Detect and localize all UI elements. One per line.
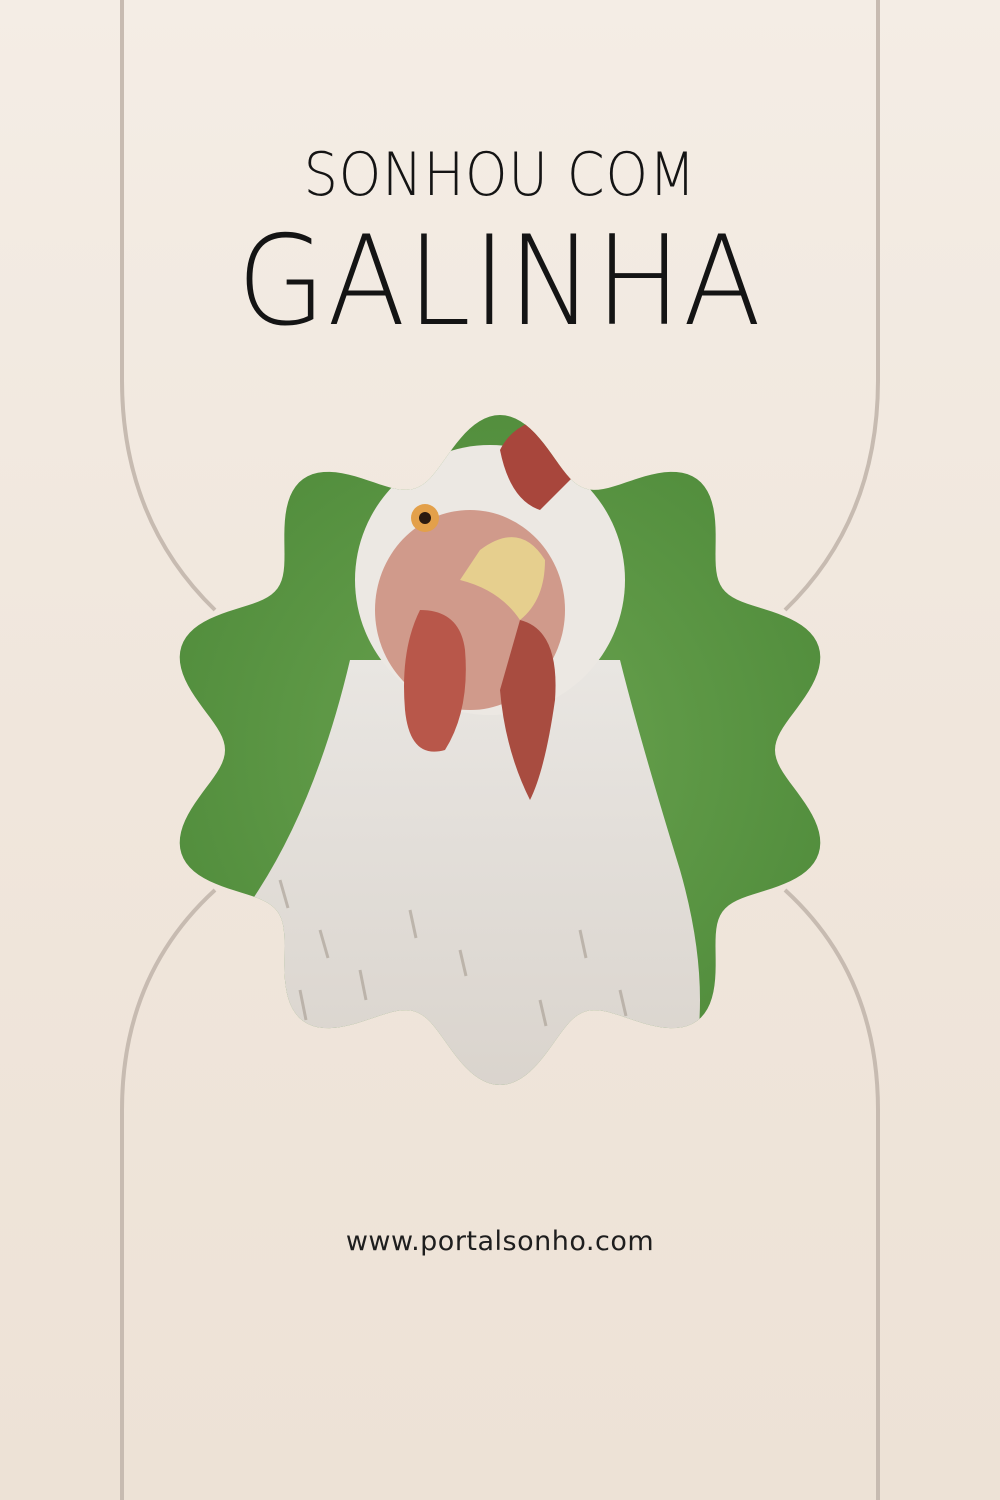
website-url: www.portalsonho.com (345, 1226, 655, 1257)
poster-subtitle: SONHOU COM (303, 140, 697, 210)
chicken-photo (179, 415, 821, 1085)
poster-title: GALINHA (237, 210, 763, 354)
